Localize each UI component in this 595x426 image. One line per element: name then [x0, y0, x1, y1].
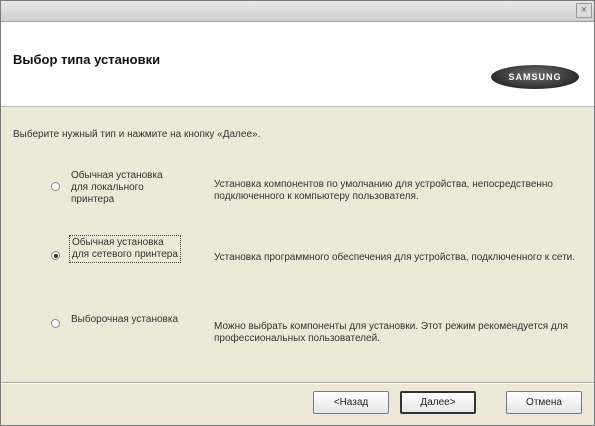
close-icon: ×: [580, 4, 588, 16]
footer-divider: [1, 382, 594, 384]
cancel-button[interactable]: Отмена: [506, 391, 582, 414]
option-network-printer[interactable]: Обычная установка для сетевого принтера …: [51, 235, 581, 285]
option-label[interactable]: Обычная установка для локального принтер…: [69, 169, 181, 207]
radio-custom-install[interactable]: [51, 319, 60, 328]
option-description: Установка программного обеспечения для у…: [214, 252, 576, 263]
instruction-text: Выберите нужный тип и нажмите на кнопку …: [13, 129, 261, 140]
radio-network-printer[interactable]: [51, 251, 60, 260]
header-panel: Выбор типа установки SAMSUNG: [1, 22, 594, 107]
radio-local-printer[interactable]: [51, 182, 60, 191]
next-button[interactable]: Далее>: [400, 391, 476, 414]
logo-text: SAMSUNG: [508, 72, 562, 82]
option-description: Установка компонентов по умолчанию для у…: [214, 179, 553, 202]
installer-window: × Выбор типа установки SAMSUNG Выберите …: [0, 0, 595, 426]
option-description: Можно выбрать компоненты для установки. …: [214, 321, 569, 344]
option-label[interactable]: Выборочная установка: [69, 313, 181, 327]
back-button[interactable]: <Назад: [313, 391, 389, 414]
title-bar[interactable]: ×: [1, 1, 594, 22]
close-button[interactable]: ×: [576, 3, 592, 18]
option-label[interactable]: Обычная установка для сетевого принтера: [69, 235, 181, 263]
option-local-printer[interactable]: Обычная установка для локального принтер…: [51, 169, 581, 219]
page-title: Выбор типа установки: [13, 52, 161, 67]
option-custom-install[interactable]: Выборочная установка Можно выбрать компо…: [51, 313, 581, 363]
samsung-logo: SAMSUNG: [491, 65, 579, 89]
